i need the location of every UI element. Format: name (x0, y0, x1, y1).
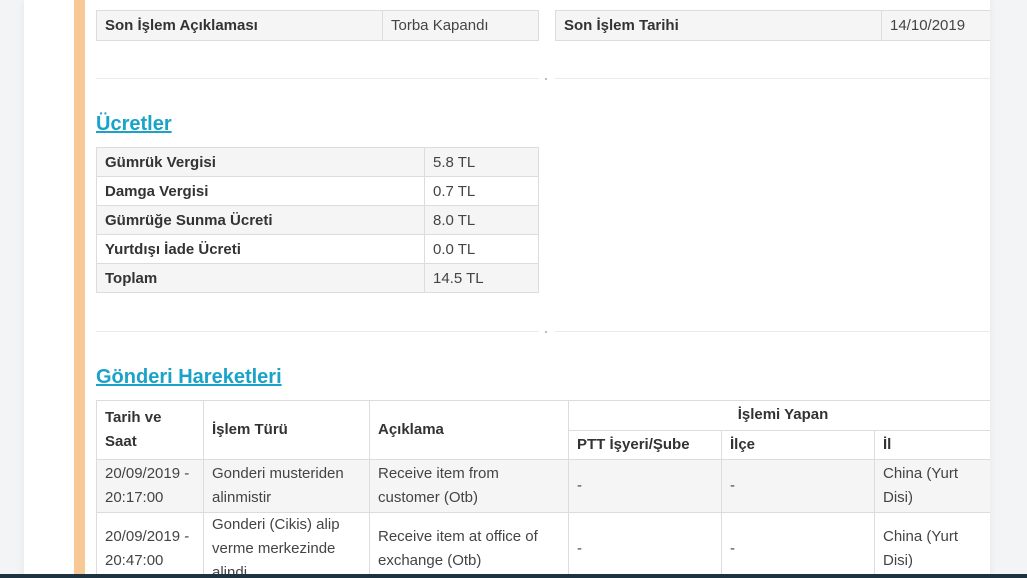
cell-date-time: 20/09/2019 - 20:47:00 (96, 512, 204, 578)
table-header-row: Tarih ve Saat İşlem Türü Açıklama İşlemi… (96, 400, 990, 460)
divider (555, 331, 990, 332)
fee-total-value: 14.5 TL (424, 263, 539, 293)
header-district: İlçe (721, 429, 875, 460)
table-row: Son İşlem Açıklaması Torba Kapandı (96, 10, 539, 41)
table-row: Gümrük Vergisi 5.8 TL (96, 147, 539, 177)
cell-office: - (568, 459, 722, 513)
fee-label: Gümrük Vergisi (96, 147, 425, 177)
cell-description: Receive item from customer (Otb) (369, 459, 569, 513)
table-row: 20/09/2019 - 20:47:00 Gonderi (Cikis) al… (96, 512, 990, 578)
last-transaction-date-label: Son İşlem Tarihi (555, 10, 882, 41)
header-transaction-type: İşlem Türü (203, 400, 370, 460)
table-row: Son İşlem Tarihi 14/10/2019 (555, 10, 990, 41)
divider-dot (545, 78, 547, 80)
table-row: 20/09/2019 - 20:17:00 Gonderi musteriden… (96, 459, 990, 513)
last-transaction-description-label: Son İşlem Açıklaması (96, 10, 383, 41)
last-transaction-date-value: 14/10/2019 (881, 10, 990, 41)
cell-province: China (Yurt Disi) (874, 459, 990, 513)
header-performed-by: İşlemi Yapan (568, 400, 990, 431)
divider (96, 331, 539, 332)
fee-value: 8.0 TL (424, 205, 539, 235)
fee-value: 0.7 TL (424, 176, 539, 206)
header-province: İl (874, 429, 990, 460)
cell-district: - (721, 459, 875, 513)
cell-office: - (568, 512, 722, 578)
fee-value: 0.0 TL (424, 234, 539, 264)
bottom-edge-bar (0, 574, 1027, 578)
fee-label: Damga Vergisi (96, 176, 425, 206)
header-date-time: Tarih ve Saat (96, 400, 204, 460)
header-office: PTT İşyeri/Şube (568, 429, 722, 460)
accent-bar (74, 0, 85, 578)
table-row: Damga Vergisi 0.7 TL (96, 176, 539, 206)
fees-table: Gümrük Vergisi 5.8 TL Damga Vergisi 0.7 … (96, 147, 539, 293)
divider (96, 78, 539, 79)
divider-dot (545, 331, 547, 333)
fee-value: 5.8 TL (424, 147, 539, 177)
table-row: Yurtdışı İade Ücreti 0.0 TL (96, 234, 539, 264)
table-row: Toplam 14.5 TL (96, 263, 539, 293)
table-row: Gümrüğe Sunma Ücreti 8.0 TL (96, 205, 539, 235)
fees-section-title[interactable]: Ücretler (96, 113, 172, 136)
last-transaction-date-table: Son İşlem Tarihi 14/10/2019 (555, 10, 990, 41)
last-transaction-description-table: Son İşlem Açıklaması Torba Kapandı (96, 10, 539, 41)
fee-total-label: Toplam (96, 263, 425, 293)
cell-transaction-type: Gonderi musteriden alinmistir (203, 459, 370, 513)
fee-label: Yurtdışı İade Ücreti (96, 234, 425, 264)
divider (555, 78, 990, 79)
cell-date-time: 20/09/2019 - 20:17:00 (96, 459, 204, 513)
movements-table: Tarih ve Saat İşlem Türü Açıklama İşlemi… (96, 400, 990, 578)
content-card: Son İşlem Açıklaması Torba Kapandı Son İ… (24, 0, 990, 578)
cell-description: Receive item at office of exchange (Otb) (369, 512, 569, 578)
fee-label: Gümrüğe Sunma Ücreti (96, 205, 425, 235)
header-description: Açıklama (369, 400, 569, 460)
cell-district: - (721, 512, 875, 578)
cell-province: China (Yurt Disi) (874, 512, 990, 578)
cell-transaction-type: Gonderi (Cikis) alip verme merkezinde al… (203, 512, 370, 578)
last-transaction-description-value: Torba Kapandı (382, 10, 539, 41)
movements-section-title[interactable]: Gönderi Hareketleri (96, 366, 282, 389)
